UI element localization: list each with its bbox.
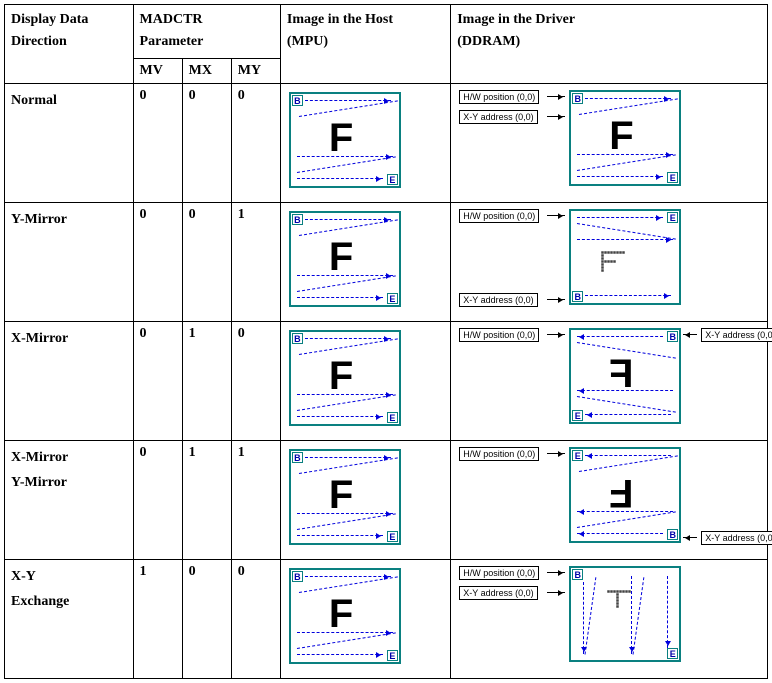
driver-diagram-cell: H/W position (0,0) X-Y address (0,0) B E…: [451, 83, 768, 202]
mx-value: 0: [182, 202, 231, 321]
hw-position-label: H/W position (0,0): [459, 566, 539, 580]
pixel-glyph: [601, 251, 625, 272]
header-row-1: Display Data Direction MADCTR Parameter …: [5, 5, 768, 59]
mv-value: 0: [133, 440, 182, 559]
host-diagram: B E F: [289, 330, 401, 426]
e-marker: E: [387, 174, 398, 185]
col-mx: MX: [182, 58, 231, 83]
col-display-direction: Display Data Direction: [5, 5, 134, 84]
table-row: X-MirrorY-Mirror 0 1 1 B E F H/W positio…: [5, 440, 768, 559]
e-marker: E: [387, 293, 398, 304]
hw-position-label: H/W position (0,0): [459, 447, 539, 461]
host-diagram-cell: B E F: [280, 202, 450, 321]
driver-diagram: H/W position (0,0) X-Y address (0,0) B E…: [457, 88, 761, 198]
hw-position-label: H/W position (0,0): [459, 90, 539, 104]
madctr-table: Display Data Direction MADCTR Parameter …: [4, 4, 768, 679]
host-diagram-cell: B E F: [280, 559, 450, 678]
b-marker: B: [572, 569, 583, 580]
b-marker: B: [667, 529, 678, 540]
b-marker: B: [572, 93, 583, 104]
b-marker: B: [292, 95, 303, 106]
mx-value: 0: [182, 83, 231, 202]
host-diagram: B E F: [289, 92, 401, 188]
b-marker: B: [292, 214, 303, 225]
table-row: Normal 0 0 0 B E F H/W position (0,0) X-…: [5, 83, 768, 202]
driver-diagram-cell: H/W position (0,0) X-Y address (0,0) B E: [451, 202, 768, 321]
host-diagram: B E F: [289, 568, 401, 664]
host-diagram: B E F: [289, 449, 401, 545]
xy-address-label: X-Y address (0,0): [459, 110, 537, 124]
mv-value: 1: [133, 559, 182, 678]
direction-name: X-Mirror: [5, 321, 134, 440]
e-marker: E: [667, 648, 678, 659]
driver-diagram-cell: H/W position (0,0) B E F X-Y address (0,…: [451, 321, 768, 440]
direction-name: X-YExchange: [5, 559, 134, 678]
xy-address-label: X-Y address (0,0): [459, 293, 537, 307]
e-marker: E: [572, 450, 583, 461]
e-marker: E: [387, 412, 398, 423]
e-marker: E: [667, 172, 678, 183]
hw-position-label: H/W position (0,0): [459, 328, 539, 342]
driver-diagram: H/W position (0,0) X-Y address (0,0) B E: [457, 564, 761, 674]
col-driver-image: Image in the Driver (DDRAM): [451, 5, 768, 84]
b-marker: B: [572, 291, 583, 302]
col-my: MY: [231, 58, 280, 83]
e-marker: E: [667, 212, 678, 223]
e-marker: E: [387, 531, 398, 542]
driver-diagram-cell: H/W position (0,0) X-Y address (0,0) B E: [451, 559, 768, 678]
my-value: 1: [231, 202, 280, 321]
mx-value: 0: [182, 559, 231, 678]
my-value: 1: [231, 440, 280, 559]
mx-value: 1: [182, 440, 231, 559]
b-marker: B: [292, 333, 303, 344]
e-marker: E: [387, 650, 398, 661]
col-mv: MV: [133, 58, 182, 83]
driver-diagram: H/W position (0,0) X-Y address (0,0) B E: [457, 207, 761, 317]
mx-value: 1: [182, 321, 231, 440]
b-marker: B: [292, 571, 303, 582]
host-diagram-cell: B E F: [280, 83, 450, 202]
table-row: X-Mirror 0 1 0 B E F H/W position (0,0) …: [5, 321, 768, 440]
table-row: Y-Mirror 0 0 1 B E F H/W position (0,0) …: [5, 202, 768, 321]
host-diagram-cell: B E F: [280, 440, 450, 559]
driver-diagram: H/W position (0,0) B E F X-Y address (0,…: [457, 445, 761, 555]
e-marker: E: [572, 410, 583, 421]
direction-name: Normal: [5, 83, 134, 202]
b-marker: B: [667, 331, 678, 342]
driver-diagram: H/W position (0,0) B E F X-Y address (0,…: [457, 326, 761, 436]
driver-diagram-cell: H/W position (0,0) B E F X-Y address (0,…: [451, 440, 768, 559]
direction-name: Y-Mirror: [5, 202, 134, 321]
xy-address-label: X-Y address (0,0): [459, 586, 537, 600]
b-marker: B: [292, 452, 303, 463]
xy-address-label: X-Y address (0,0): [701, 531, 772, 545]
my-value: 0: [231, 321, 280, 440]
mv-value: 0: [133, 83, 182, 202]
xy-address-label: X-Y address (0,0): [701, 328, 772, 342]
my-value: 0: [231, 83, 280, 202]
hw-position-label: H/W position (0,0): [459, 209, 539, 223]
col-madctr: MADCTR Parameter: [133, 5, 280, 59]
host-diagram: B E F: [289, 211, 401, 307]
pixel-glyph: [607, 590, 631, 608]
my-value: 0: [231, 559, 280, 678]
direction-name: X-MirrorY-Mirror: [5, 440, 134, 559]
host-diagram-cell: B E F: [280, 321, 450, 440]
mv-value: 0: [133, 321, 182, 440]
table-row: X-YExchange 1 0 0 B E F H/W position (0,…: [5, 559, 768, 678]
col-host-image: Image in the Host (MPU): [280, 5, 450, 84]
mv-value: 0: [133, 202, 182, 321]
